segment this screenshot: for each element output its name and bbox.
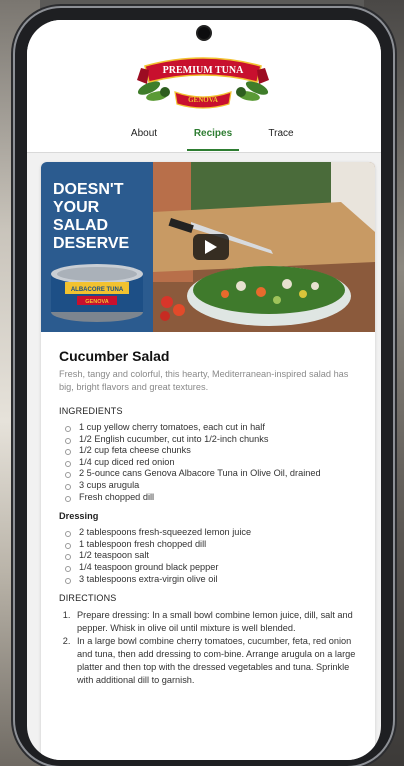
dressing-heading: Dressing [59,511,99,522]
active-tab-indicator [187,149,239,151]
app-header: PREMIUM TUNA GENOVA About Recipes Trace [27,20,381,153]
dressing-item: 3 tablespoons extra-virgin olive oil [65,574,359,586]
dressing-item: 2 tablespoons fresh-squeezed lemon juice [65,527,359,539]
recipe-title: Cucumber Salad [59,348,170,364]
ingredients-heading: INGREDIENTS [59,406,123,416]
phone-screen: PREMIUM TUNA GENOVA About Recipes Trace … [27,20,381,760]
front-camera [198,27,210,39]
recipe-video[interactable]: DOESN'T YOUR SALAD DESERVE ALBACORE TUNA… [41,162,375,332]
premium-tuna-logo: PREMIUM TUNA GENOVA [137,57,269,109]
hero-headline-line-4: DESERVE [53,235,130,252]
ingredient-item: 1/2 English cucumber, cut into 1/2-inch … [65,434,359,446]
ingredient-item: Fresh chopped dill [65,492,359,504]
dressing-item: 1 tablespoon fresh chopped dill [65,539,359,551]
hero-headline-line-3: SALAD [53,217,108,234]
dressing-list: 2 tablespoons fresh-squeezed lemon juice… [59,527,359,585]
directions-heading: DIRECTIONS [59,593,117,604]
direction-step: Prepare dressing: In a small bowl combin… [73,609,359,635]
recipe-card: DOESN'T YOUR SALAD DESERVE ALBACORE TUNA… [41,162,375,760]
ingredient-item: 3 cups arugula [65,480,359,492]
phone-frame: PREMIUM TUNA GENOVA About Recipes Trace … [15,8,393,766]
directions-list: Prepare dressing: In a small bowl combin… [59,609,359,687]
tab-trace[interactable]: Trace [259,128,303,139]
direction-step: In a large bowl combine cherry tomatoes,… [73,635,359,687]
logo-bottom-text: GENOVA [188,96,218,104]
ingredient-item: 2 5-ounce cans Genova Albacore Tuna in O… [65,468,359,480]
can-label-bottom: GENOVA [85,299,108,305]
logo-top-text: PREMIUM TUNA [163,65,244,76]
ingredient-item: 1/4 cup diced red onion [65,457,359,469]
can-label-top: ALBACORE TUNA [71,287,124,293]
recipe-description: Fresh, tangy and colorful, this hearty, … [59,369,349,392]
ingredient-item: 1/2 cup feta cheese chunks [65,445,359,457]
recipe-content: Cucumber Salad Fresh, tangy and colorful… [59,348,359,687]
ingredients-list: 1 cup yellow cherry tomatoes, each cut i… [59,422,359,503]
tab-bar: About Recipes Trace [27,118,381,153]
hero-headline-line-2: YOUR [53,199,100,216]
dressing-item: 1/2 teaspoon salt [65,550,359,562]
ingredient-item: 1 cup yellow cherry tomatoes, each cut i… [65,422,359,434]
dressing-item: 1/4 teaspoon ground black pepper [65,562,359,574]
tab-about[interactable]: About [119,128,169,139]
tab-recipes[interactable]: Recipes [187,128,239,139]
hero-headline-line-1: DOESN'T [53,181,124,198]
